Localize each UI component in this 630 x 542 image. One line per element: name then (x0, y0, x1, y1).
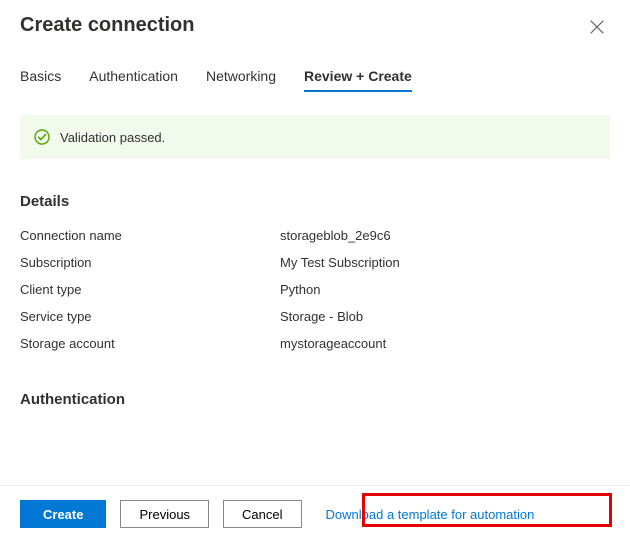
detail-row: Storage account mystorageaccount (20, 330, 610, 357)
detail-value: storageblob_2e9c6 (280, 228, 610, 243)
wizard-footer: Create Previous Cancel Download a templa… (0, 485, 630, 542)
detail-label: Connection name (20, 228, 280, 243)
content-scroll[interactable]: Validation passed. Details Connection na… (0, 93, 630, 485)
detail-row: Connection name storageblob_2e9c6 (20, 222, 610, 249)
detail-value: mystorageaccount (280, 336, 610, 351)
blade-title: Create connection (20, 14, 194, 37)
validation-message: Validation passed. (60, 130, 165, 145)
close-icon (590, 22, 604, 37)
validation-banner: Validation passed. (20, 115, 610, 159)
detail-row: Client type Python (20, 276, 610, 303)
detail-value: Python (280, 282, 610, 297)
detail-label: Subscription (20, 255, 280, 270)
previous-button[interactable]: Previous (120, 500, 209, 528)
create-connection-blade: Create connection Basics Authentication … (0, 0, 630, 542)
success-check-icon (34, 129, 50, 145)
wizard-tabs: Basics Authentication Networking Review … (0, 40, 630, 93)
details-heading: Details (20, 193, 610, 210)
tab-review-create[interactable]: Review + Create (304, 68, 412, 92)
detail-label: Storage account (20, 336, 280, 351)
tab-networking[interactable]: Networking (206, 68, 276, 92)
detail-label: Service type (20, 309, 280, 324)
tab-basics[interactable]: Basics (20, 68, 61, 92)
download-template-link[interactable]: Download a template for automation (326, 507, 535, 522)
tab-authentication[interactable]: Authentication (89, 68, 178, 92)
detail-value: My Test Subscription (280, 255, 610, 270)
blade-header: Create connection (0, 0, 630, 40)
detail-label: Client type (20, 282, 280, 297)
cancel-button[interactable]: Cancel (223, 500, 301, 528)
detail-value: Storage - Blob (280, 309, 610, 324)
create-button[interactable]: Create (20, 500, 106, 528)
authentication-heading: Authentication (20, 391, 610, 408)
detail-row: Service type Storage - Blob (20, 303, 610, 330)
close-button[interactable] (584, 14, 610, 40)
detail-row: Subscription My Test Subscription (20, 249, 610, 276)
